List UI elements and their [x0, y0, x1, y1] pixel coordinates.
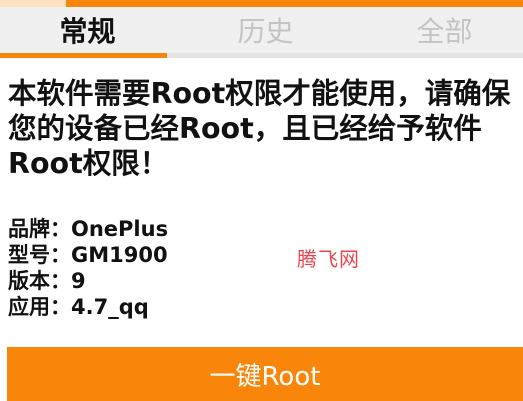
- watermark-text: 腾飞网: [297, 247, 360, 271]
- info-row-app: 应用：4.7_qq: [8, 294, 168, 320]
- info-label: 品牌：: [8, 217, 71, 241]
- root-permission-notice: 本软件需要Root权限才能使用，请确保 您的设备已经Root，且已经给予软件 R…: [8, 76, 518, 181]
- notice-line: Root权限！: [8, 147, 169, 180]
- one-click-root-button[interactable]: 一键Root: [7, 347, 523, 401]
- tab-history[interactable]: 历史: [178, 7, 353, 53]
- top-accent-strip: [0, 0, 523, 7]
- info-label: 版本：: [8, 269, 71, 293]
- notice-line: 本软件需要Root权限才能使用，请确保: [8, 77, 511, 110]
- top-strip-highlight: [0, 0, 66, 7]
- info-row-brand: 品牌：OnePlus: [8, 216, 168, 242]
- tab-all[interactable]: 全部: [357, 7, 523, 53]
- root-button-label: 一键Root: [209, 361, 321, 392]
- info-value: 4.7_qq: [71, 295, 149, 319]
- info-row-version: 版本：9: [8, 268, 168, 294]
- info-label: 应用：: [8, 295, 71, 319]
- device-info: 品牌：OnePlus 型号：GM1900 版本：9 应用：4.7_qq: [8, 216, 168, 320]
- info-value: OnePlus: [71, 217, 169, 241]
- tab-bar: 常规 历史 全部: [0, 7, 523, 53]
- info-row-model: 型号：GM1900: [8, 242, 168, 268]
- tab-indicator-track: [167, 53, 523, 58]
- active-tab-indicator: [0, 53, 167, 58]
- info-value: 9: [71, 269, 86, 293]
- info-label: 型号：: [8, 243, 71, 267]
- notice-line: 您的设备已经Root，且已经给予软件: [8, 112, 482, 145]
- tab-general[interactable]: 常规: [0, 7, 175, 53]
- info-value: GM1900: [71, 243, 168, 267]
- app-screen: 常规 历史 全部 本软件需要Root权限才能使用，请确保 您的设备已经Root，…: [0, 0, 523, 401]
